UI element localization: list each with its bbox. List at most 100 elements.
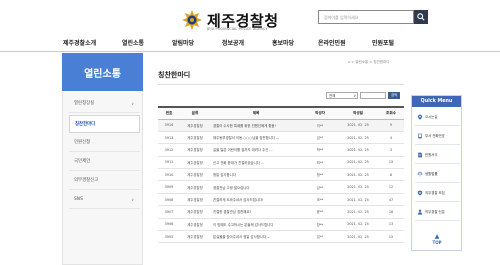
scroll-top-label: TOP: [432, 240, 442, 245]
cell-category: 제주경찰청: [180, 143, 210, 157]
cell-author: 조**: [302, 193, 338, 207]
table-row[interactable]: 3914 제주경찰청 경찰이 수사한 특례를 위한 민원인에게 좋음! 이** …: [158, 119, 404, 132]
cell-date: 2021. 02. 25: [338, 156, 378, 170]
cell-title-link[interactable]: 친절한 경찰관님 칭찬해요?: [210, 205, 302, 219]
cell-title-link[interactable]: 경찰관님 고생 많으십니다: [210, 180, 302, 194]
cell-author: 최**: [302, 156, 338, 170]
cell-title-link[interactable]: 신고 전화 응대가 친절하셨습니다 ...: [210, 156, 302, 170]
document-icon: [418, 152, 423, 158]
cell-title-link[interactable]: 분실물을 찾아주셔서 정말 감사합니다 ...: [210, 230, 302, 244]
cell-views: 3: [378, 143, 404, 157]
cell-category: 제주경찰청: [180, 168, 210, 182]
sidebar-item-label: 민원신청: [74, 140, 91, 145]
nav-item-open-communication[interactable]: 열린소통: [122, 38, 144, 47]
chevron-down-icon: ∨: [131, 101, 134, 106]
sidebar-item-conscript-report[interactable]: 의무경찰신고: [69, 172, 140, 190]
cell-number: 3906: [158, 218, 180, 232]
table-row[interactable]: 3910 제주경찰청 정말 감사합니다 정** 2021. 02. 25 8: [158, 168, 404, 182]
quick-item-conscript-status[interactable]: 의무경찰 신분: [415, 204, 460, 221]
table-row[interactable]: 3907 제주경찰청 친절한 경찰관님 칭찬해요? 윤** 2021. 02. …: [158, 205, 404, 219]
cell-title-link[interactable]: 이 밤에도 수고하시는 분들께 감사드립니다: [210, 218, 302, 232]
cell-author: 임**: [302, 230, 338, 244]
nav-item-info-disclosure[interactable]: 정보공개: [222, 38, 244, 47]
sidebar-item-civil-request[interactable]: 민원신청: [69, 134, 140, 152]
map-pin-icon: [417, 114, 423, 120]
sidebar-item-label: 칭찬한마디: [75, 122, 96, 127]
cell-date: 2021. 02. 25: [338, 119, 378, 132]
sidebar-item-sns[interactable]: SNS ∨: [69, 191, 140, 209]
cell-title-link[interactable]: 경찰이 수사한 특례를 위한 민원인에게 좋음!: [210, 119, 302, 132]
phone-icon: [418, 133, 422, 139]
quick-item-label: 의무경찰 모집: [425, 191, 445, 195]
table-row[interactable]: 3908 제주경찰청 친절하게 도와주셔서 감사드립니다! 조** 2021. …: [158, 193, 404, 207]
quick-menu-title: Quick Menu: [412, 96, 461, 107]
scroll-top-button[interactable]: ▲ TOP: [428, 234, 446, 246]
title-divider: [158, 84, 404, 85]
table-row[interactable]: 3909 제주경찰청 경찰관님 고생 많으십니다 강** 2021. 02. 2…: [158, 180, 404, 194]
nav-item-police-intro[interactable]: 제주경찰소개: [63, 38, 96, 47]
column-header-title: 제목: [210, 106, 302, 120]
board-search-input[interactable]: [360, 92, 386, 99]
sidebar-item-label: 의무경찰신고: [74, 178, 99, 183]
nav-item-online-civil[interactable]: 온라인민원: [318, 38, 346, 47]
page-title: 칭찬한마디: [158, 71, 191, 79]
search-input[interactable]: [319, 11, 413, 23]
quick-item-directions[interactable]: 오시는길: [415, 109, 460, 126]
site-logo[interactable]: 제주경찰청 JEJU PROVINCIAL POLICE AGENCY: [180, 8, 290, 34]
table-row[interactable]: 3905 제주경찰청 분실물을 찾아주셔서 정말 감사합니다 ... 임** 2…: [158, 230, 404, 244]
cell-views: 15: [378, 230, 404, 244]
sidebar-item-commissioner-office[interactable]: 열린청장실 ∨: [69, 95, 140, 113]
cell-date: 2021. 02. 25: [338, 131, 378, 145]
search-box: [318, 10, 414, 24]
sidebar-item-compliments[interactable]: 칭찬한마디: [69, 115, 140, 133]
table-row[interactable]: 3911 제주경찰청 신고 전화 응대가 친절하셨습니다 ... 최** 202…: [158, 156, 404, 170]
column-header-number: 번호: [158, 106, 180, 120]
cell-date: 2021. 02. 25: [338, 168, 378, 182]
cell-category: 제주경찰청: [180, 156, 210, 170]
quick-item-life-law[interactable]: 생활법률: [415, 166, 460, 183]
cell-author: 정**: [302, 168, 338, 182]
cell-number: 3914: [158, 119, 180, 132]
column-header-category: 분류: [180, 106, 210, 120]
badge-icon: [417, 190, 423, 196]
quick-item-phone-directory[interactable]: 부서 전화번호: [415, 128, 460, 145]
cell-title-link[interactable]: 친절하게 도와주셔서 감사드립니다!: [210, 193, 302, 207]
sidebar: 열린청장실 ∨ 칭찬한마디 민원신청 국민제안 의무경찰신고 SNS ∨: [62, 91, 143, 265]
sidebar-item-citizen-proposal[interactable]: 국민제안: [69, 153, 140, 171]
nav-item-promotion[interactable]: 홍보마당: [272, 38, 294, 47]
nav-item-notices[interactable]: 알림마당: [172, 38, 194, 47]
quick-item-label: 부서 전화번호: [425, 134, 445, 138]
nav-item-civil-portal[interactable]: 민원포털: [372, 38, 394, 47]
quick-item-civil-forms[interactable]: 민원서식: [415, 147, 460, 164]
table-row[interactable]: 3906 제주경찰청 이 밤에도 수고하시는 분들께 감사드립니다 장** 20…: [158, 218, 404, 232]
cell-views: 4: [378, 131, 404, 145]
cell-number: 3909: [158, 180, 180, 194]
table-row[interactable]: 3912 제주경찰청 길을 잃은 어린이를 집까지 데려다 주신 ... 박**…: [158, 143, 404, 157]
sidebar-item-label: 국민제안: [74, 159, 91, 164]
quick-item-conscript-recruit[interactable]: 의무경찰 모집: [415, 185, 460, 202]
cell-views: 9: [378, 119, 404, 132]
cell-title-link[interactable]: 제주동부경찰서 이동 ○○○님을 칭찬합니다 ...: [210, 131, 302, 145]
cell-author: 박**: [302, 143, 338, 157]
quick-item-label: 오시는길: [425, 115, 438, 119]
cell-number: 3913: [158, 131, 180, 145]
cell-title-link[interactable]: 정말 감사합니다: [210, 168, 302, 182]
board-search-button[interactable]: 검색: [388, 92, 400, 99]
table-row[interactable]: 3913 제주경찰청 제주동부경찰서 이동 ○○○님을 칭찬합니다 ... 김*…: [158, 131, 404, 145]
column-header-author: 작성자: [302, 106, 338, 120]
search-button[interactable]: [414, 10, 428, 24]
cell-author: 이**: [302, 119, 338, 132]
column-header-views: 조회수: [378, 106, 404, 120]
cell-category: 제주경찰청: [180, 230, 210, 244]
cell-title-link[interactable]: 길을 잃은 어린이를 집까지 데려다 주신 ...: [210, 143, 302, 157]
cell-author: 강**: [302, 180, 338, 194]
cell-views: 12: [378, 180, 404, 194]
cell-number: 3910: [158, 168, 180, 182]
cell-views: 13: [378, 218, 404, 232]
cell-date: 2021. 02. 25: [338, 230, 378, 244]
category-select[interactable]: 전체 ∨: [326, 92, 358, 99]
breadcrumb: ⌂ > 열린소통 > 칭찬한마디: [348, 60, 390, 64]
board-filter: 전체 ∨ 검색: [326, 92, 400, 100]
cell-category: 제주경찰청: [180, 193, 210, 207]
cell-category: 제주경찰청: [180, 131, 210, 145]
